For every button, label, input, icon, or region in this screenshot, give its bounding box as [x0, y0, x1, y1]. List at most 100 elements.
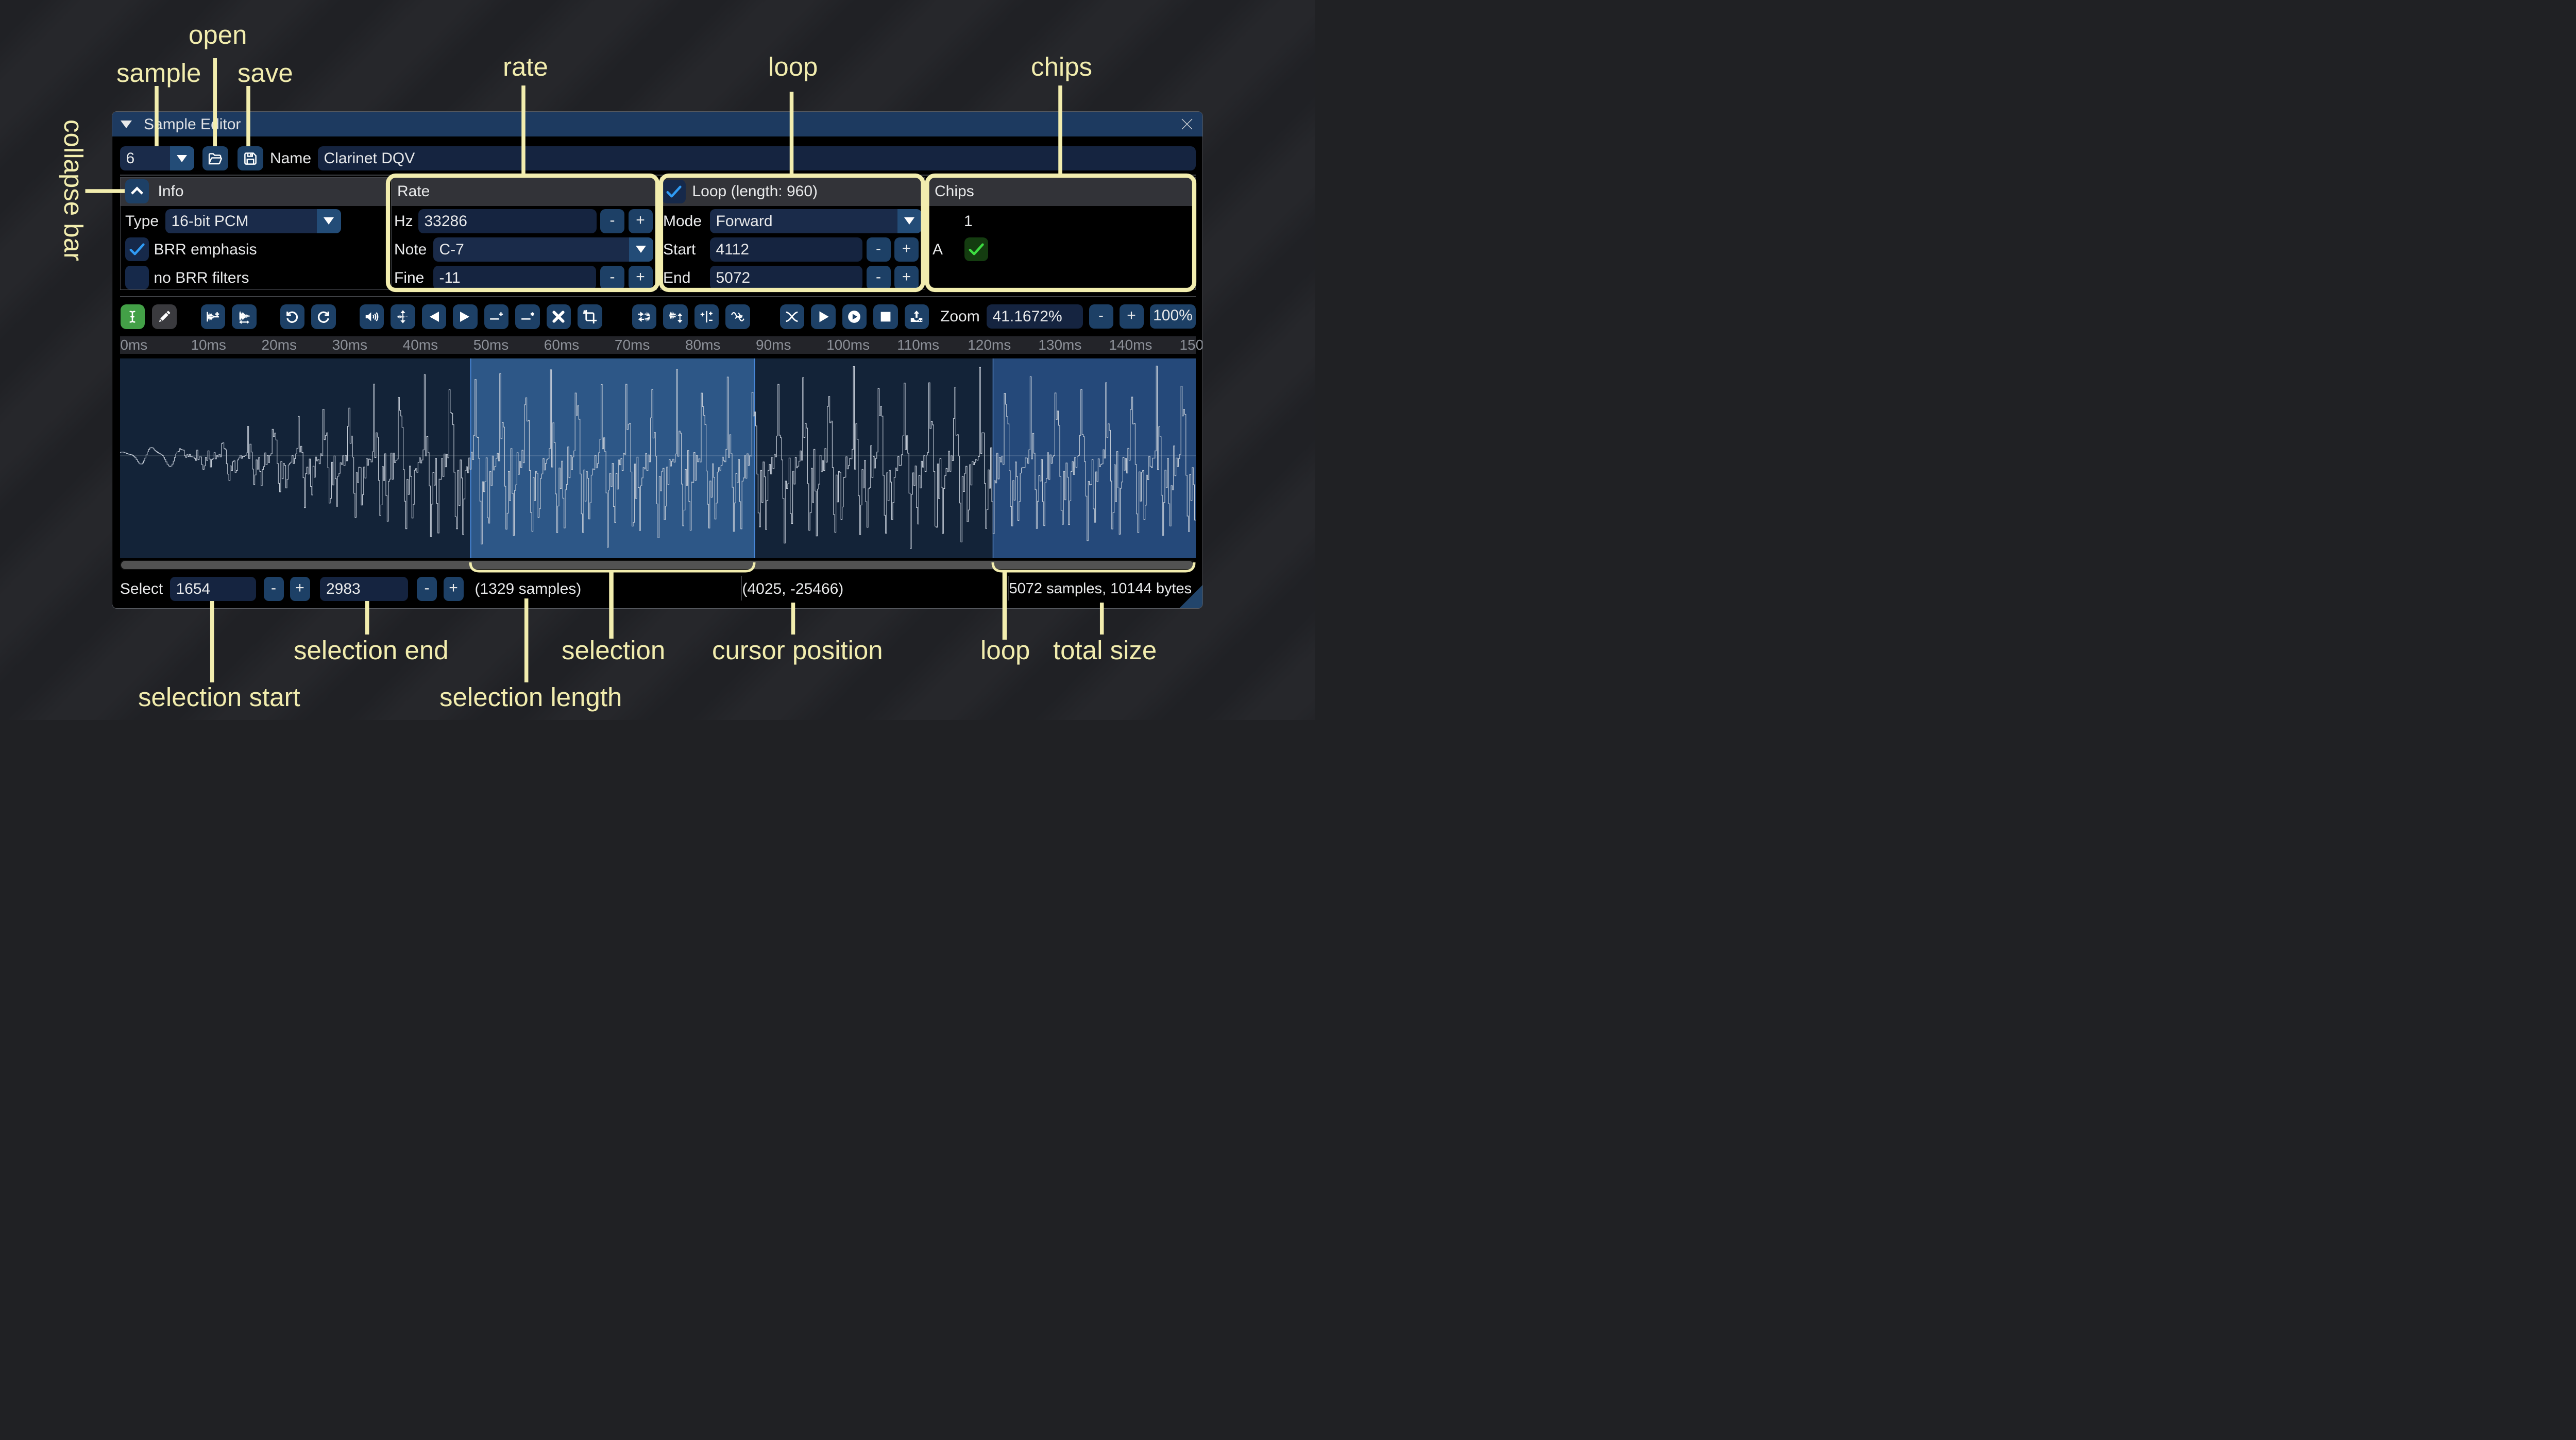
status-separator — [741, 576, 742, 601]
filter-button[interactable] — [725, 304, 750, 329]
annotation-selection-end: selection end — [294, 635, 449, 665]
fine-plus-button[interactable]: + — [629, 266, 653, 290]
selection-end-plus-button[interactable]: + — [444, 577, 464, 601]
delete-button[interactable] — [547, 304, 571, 329]
separator — [120, 175, 1196, 176]
open-button[interactable] — [202, 146, 228, 170]
start-plus-button[interactable]: + — [894, 237, 919, 262]
resize-button[interactable] — [201, 304, 226, 329]
window-collapse-icon[interactable] — [121, 121, 132, 128]
sample-selector[interactable]: 6 — [120, 146, 194, 170]
preview-loop-button[interactable] — [842, 304, 867, 329]
selection-end-input[interactable]: 2983 — [320, 577, 408, 601]
no-brr-filters-label: no BRR filters — [154, 266, 249, 290]
import-button[interactable] — [905, 304, 929, 329]
selection-start-input[interactable]: 1654 — [170, 577, 256, 601]
note-combo[interactable]: C-7 — [433, 237, 653, 262]
zoom-plus-button[interactable]: + — [1120, 304, 1144, 329]
start-minus-button[interactable]: - — [867, 237, 891, 262]
type-combo[interactable]: 16-bit PCM — [165, 209, 341, 233]
name-input[interactable]: Clarinet DQV — [318, 146, 1196, 170]
fade-out-button[interactable] — [453, 304, 478, 329]
normalize-icon — [395, 309, 411, 324]
page-background: Sample Editor 6 Name Clarinet DQV Rate C… — [0, 0, 1315, 720]
mode-combo[interactable]: Forward — [710, 209, 922, 233]
ruler-tick: 10ms — [191, 336, 226, 354]
draw-mode-icon — [157, 309, 172, 324]
timeline-ruler[interactable]: 0ms10ms20ms30ms40ms50ms60ms70ms80ms90ms1… — [120, 336, 1203, 354]
waveform-display[interactable] — [120, 358, 1196, 558]
brr-emphasis-checkbox[interactable] — [125, 237, 149, 261]
chips-panel: Chips — [928, 177, 1196, 290]
type-label: Type — [125, 209, 159, 233]
zoom-input[interactable]: 41.1672% — [987, 304, 1083, 329]
mode-combo-arrow-icon[interactable] — [897, 209, 922, 233]
amplify-button[interactable] — [360, 304, 384, 329]
loop-checkbox[interactable] — [662, 180, 686, 203]
fine-minus-button[interactable]: - — [600, 266, 624, 290]
draw-mode-button[interactable] — [152, 304, 177, 329]
redo-button[interactable] — [311, 304, 336, 329]
crossfade-button[interactable] — [780, 304, 805, 329]
hz-input[interactable]: 33286 — [418, 209, 597, 233]
no-brr-filters-checkbox[interactable] — [125, 266, 149, 289]
start-label: Start — [663, 237, 696, 262]
zoom-reset-button[interactable]: 100% — [1150, 304, 1196, 329]
preview-button[interactable] — [811, 304, 836, 329]
fine-input[interactable]: -11 — [433, 266, 597, 290]
selection-start-plus-button[interactable]: + — [290, 577, 310, 601]
signed-unsigned-icon — [699, 309, 714, 324]
type-combo-value: 16-bit PCM — [165, 209, 341, 233]
info-panel-title: Info — [158, 179, 184, 203]
sample-selector-arrow-icon[interactable] — [170, 146, 194, 170]
waveform-loop-region[interactable] — [993, 358, 1195, 558]
type-combo-arrow-icon[interactable] — [317, 209, 341, 233]
ruler-tick: 60ms — [544, 336, 579, 354]
resample-button[interactable] — [232, 304, 257, 329]
hz-plus-button[interactable]: + — [629, 209, 653, 233]
note-combo-arrow-icon[interactable] — [629, 237, 653, 262]
save-button[interactable] — [238, 146, 263, 170]
annotation-selection-start: selection start — [138, 682, 300, 712]
info-collapse-button[interactable] — [125, 179, 149, 203]
resize-icon — [205, 309, 221, 324]
normalize-button[interactable] — [391, 304, 415, 329]
annotation-line-selection-start — [210, 601, 214, 682]
reverse-button[interactable] — [632, 304, 657, 329]
apply-silence-icon — [520, 309, 535, 324]
selection-end-minus-button[interactable]: - — [417, 577, 437, 601]
end-input[interactable]: 5072 — [710, 266, 863, 290]
insert-silence-button[interactable] — [484, 304, 509, 329]
start-input[interactable]: 4112 — [710, 237, 863, 262]
selection-start-minus-button[interactable]: - — [264, 577, 284, 601]
window-titlebar[interactable]: Sample Editor — [112, 112, 1202, 136]
zoom-minus-button[interactable]: - — [1089, 304, 1113, 329]
end-minus-button[interactable]: - — [867, 266, 891, 290]
apply-silence-button[interactable] — [515, 304, 540, 329]
edit-mode-icon — [125, 309, 140, 324]
waveform-scrollbar[interactable] — [120, 560, 1196, 570]
annotation-selection: selection — [562, 635, 665, 665]
edit-mode-button[interactable] — [121, 304, 145, 329]
trim-icon — [582, 309, 598, 324]
signed-unsigned-button[interactable] — [694, 304, 719, 329]
chip-a-checkbox[interactable] — [964, 237, 988, 261]
annotation-rate: rate — [503, 52, 548, 82]
close-icon[interactable] — [1181, 118, 1193, 130]
annotation-cursor-position: cursor position — [712, 635, 883, 665]
invert-button[interactable] — [663, 304, 688, 329]
hz-minus-button[interactable]: - — [600, 209, 624, 233]
fade-in-button[interactable] — [422, 304, 447, 329]
end-plus-button[interactable]: + — [894, 266, 919, 290]
selection-length-text: (1329 samples) — [475, 577, 582, 601]
trim-button[interactable] — [578, 304, 602, 329]
scrollbar-handle[interactable] — [121, 561, 1193, 569]
hz-label: Hz — [394, 209, 413, 233]
undo-button[interactable] — [280, 304, 305, 329]
ruler-tick: 40ms — [403, 336, 438, 354]
import-icon — [909, 309, 924, 324]
brr-emphasis-label: BRR emphasis — [154, 237, 257, 262]
stop-preview-button[interactable] — [873, 304, 898, 329]
ruler-tick: 120ms — [968, 336, 1011, 354]
annotation-line-selection-length — [524, 598, 528, 682]
